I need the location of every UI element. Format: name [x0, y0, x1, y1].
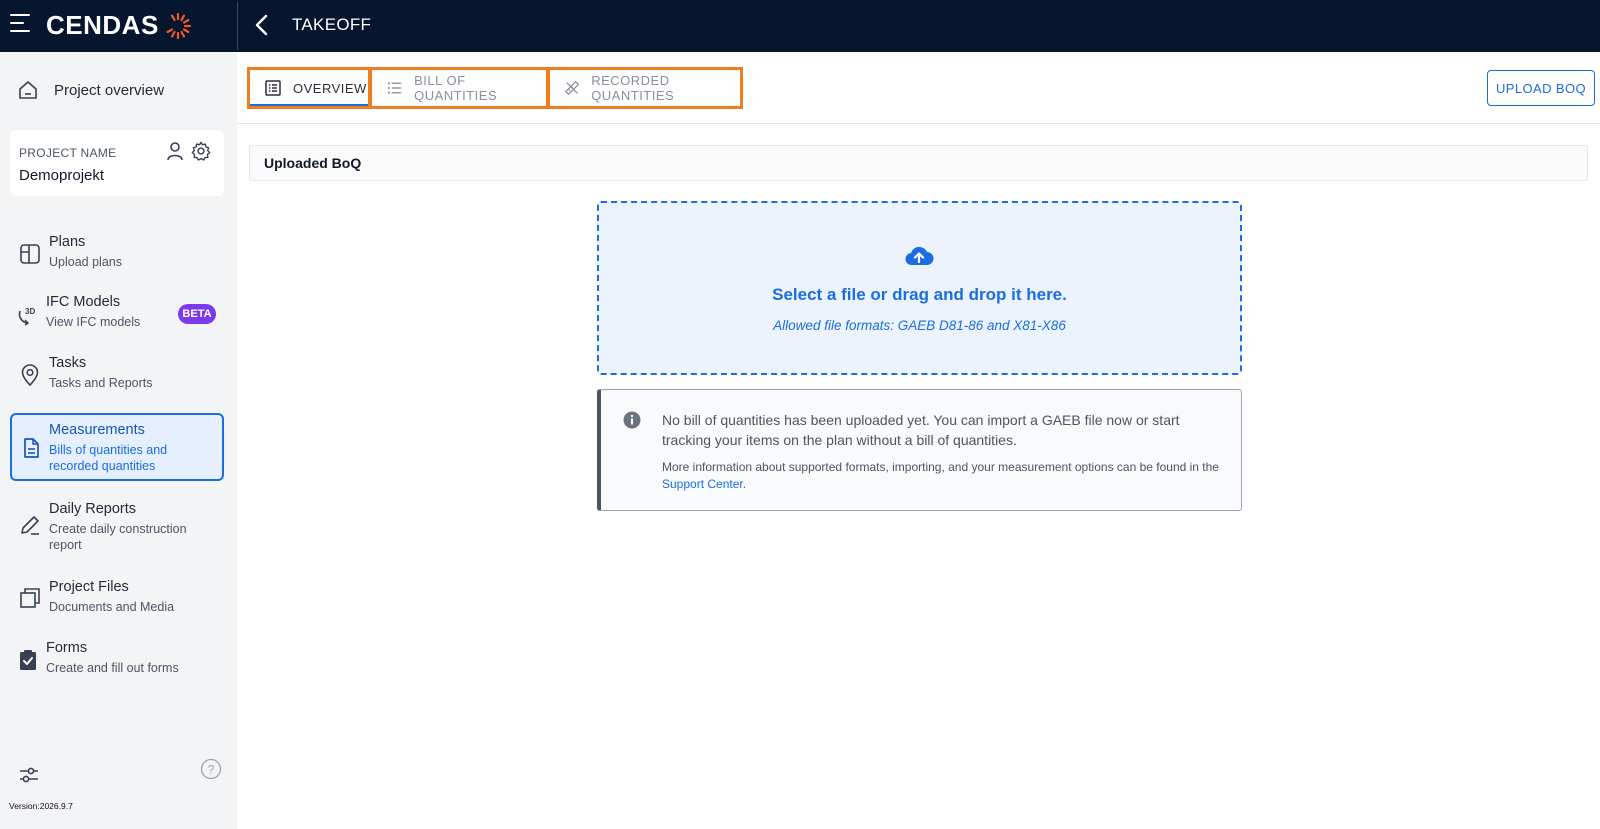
info-link-suffix: . — [742, 477, 747, 491]
tasks-subtitle: Tasks and Reports — [49, 376, 153, 390]
logo-text: CENDAS — [46, 10, 159, 40]
info-main-text: No bill of quantities has been uploaded … — [662, 412, 1180, 448]
cloud-upload-icon — [905, 246, 934, 266]
sidebar-item-plans[interactable]: Plans Upload plans — [10, 232, 224, 276]
tasks-title: Tasks — [49, 355, 87, 371]
forms-subtitle: Create and fill out forms — [46, 661, 179, 675]
info-secondary-body: More information about supported formats… — [662, 460, 1219, 474]
user-icon[interactable] — [164, 140, 186, 162]
plans-title: Plans — [49, 234, 86, 250]
sidebar-item-daily-reports[interactable]: Daily Reports Create daily construction … — [10, 499, 224, 555]
bulleted-list-icon — [387, 82, 402, 94]
location-pin-icon — [21, 364, 39, 387]
sidebar-item-project-files[interactable]: Project Files Documents and Media — [10, 577, 224, 621]
back-arrow-icon[interactable] — [250, 12, 274, 38]
dropzone-title: Select a file or drag and drop it here. — [772, 285, 1067, 304]
file-dropzone[interactable]: Select a file or drag and drop it here. … — [597, 201, 1242, 375]
info-secondary-text: More information about supported formats… — [662, 459, 1227, 493]
ifc-models-title: IFC Models — [46, 294, 121, 310]
project-name-label: PROJECT NAME — [19, 146, 117, 160]
daily-reports-title: Daily Reports — [49, 501, 137, 517]
project-card: PROJECT NAME Demoprojekt — [10, 130, 224, 196]
menu-icon[interactable] — [10, 14, 32, 36]
home-icon — [19, 81, 37, 99]
daily-reports-subtitle: Create daily construction report — [49, 522, 187, 552]
project-files-title: Project Files — [49, 579, 129, 595]
sidebar-item-forms[interactable]: Forms Create and fill out forms — [10, 638, 224, 682]
tab-bill-of-quantities[interactable]: BILL OF QUANTITIES — [369, 67, 549, 109]
project-name-value: Demoprojekt — [19, 167, 105, 184]
info-icon — [623, 411, 641, 429]
project-overview-label: Project overview — [54, 81, 165, 99]
svg-text:?: ? — [208, 763, 215, 777]
logo-sun-icon — [166, 12, 191, 39]
tab-recorded-quantities-label: RECORDED QUANTITIES — [591, 73, 675, 103]
tab-overview[interactable]: OVERVIEW — [247, 67, 371, 109]
sidebar-item-ifc-models[interactable]: 3D IFC Models View IFC models BETA — [10, 292, 224, 336]
sidebar: Project overview PROJECT NAME Demoprojek… — [0, 52, 237, 829]
tab-bill-of-quantities-label: BILL OF QUANTITIES — [414, 73, 498, 103]
section-title: Uploaded BoQ — [264, 155, 362, 171]
topbar-divider — [237, 2, 238, 50]
cendas-logo[interactable]: CENDAS — [46, 10, 193, 41]
3d-rotate-icon: 3D — [18, 307, 35, 326]
sidebar-item-tasks[interactable]: Tasks Tasks and Reports — [10, 353, 224, 397]
sidebar-item-measurements[interactable]: Measurements Bills of quantities and rec… — [10, 413, 224, 481]
measurements-title: Measurements — [49, 422, 145, 438]
gear-icon[interactable] — [190, 140, 212, 162]
sidebar-item-project-overview[interactable]: Project overview — [10, 70, 224, 110]
version-label: Version:2026.9.7 — [9, 801, 73, 811]
help-icon[interactable]: ? — [200, 758, 222, 780]
pencil-icon — [21, 516, 39, 535]
top-bar: CENDAS TAKEOFF — [0, 0, 1600, 52]
beta-badge: BETA — [178, 304, 216, 324]
clipboard-check-icon — [20, 650, 36, 670]
tab-recorded-quantities[interactable]: RECORDED QUANTITIES — [547, 67, 743, 109]
svg-text:3D: 3D — [25, 307, 35, 316]
active-tab-indicator — [250, 104, 368, 106]
uploaded-boq-header: Uploaded BoQ — [249, 145, 1588, 181]
sliders-icon[interactable] — [18, 764, 40, 786]
support-center-link[interactable]: Support Center — [662, 477, 743, 491]
plans-icon — [20, 244, 40, 264]
page-title: TAKEOFF — [292, 15, 372, 34]
copy-files-icon — [20, 588, 40, 608]
plans-subtitle: Upload plans — [49, 255, 122, 269]
list-box-icon — [265, 80, 281, 96]
project-files-subtitle: Documents and Media — [49, 600, 175, 614]
measurements-subtitle: Bills of quantities and recorded quantit… — [49, 443, 168, 473]
tab-overview-label: OVERVIEW — [293, 80, 367, 96]
upload-boq-button[interactable]: UPLOAD BOQ — [1487, 70, 1595, 106]
info-notice: No bill of quantities has been uploaded … — [597, 389, 1242, 511]
ruler-pencil-icon — [565, 81, 580, 95]
forms-title: Forms — [46, 640, 88, 656]
document-icon — [24, 438, 39, 458]
dropzone-subtitle: Allowed file formats: GAEB D81-86 and X8… — [773, 318, 1066, 333]
tab-bar: OVERVIEW BILL OF QUANTITIES RECORDED QUA… — [237, 52, 1600, 124]
